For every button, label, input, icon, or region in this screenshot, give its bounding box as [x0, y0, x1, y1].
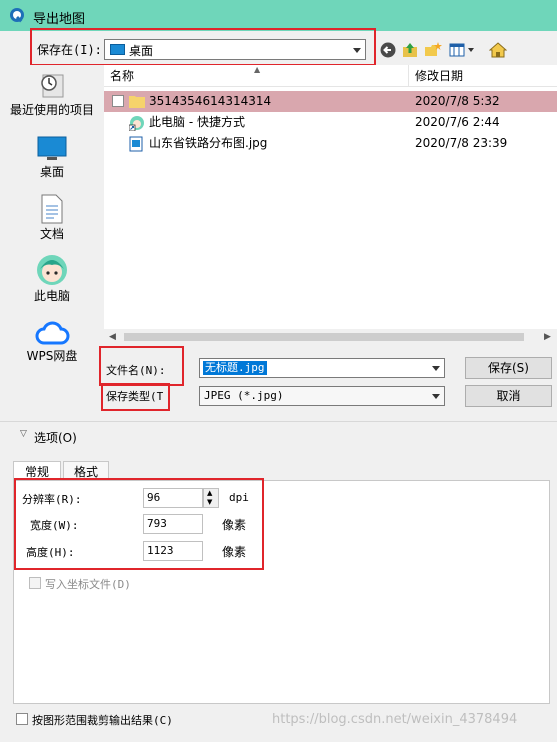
shortcut-icon: [128, 115, 145, 132]
file-list[interactable]: 名称 ▲ 修改日期 3514354614314314 2020/7/8 5:32…: [104, 65, 557, 345]
width-unit: 像素: [222, 518, 247, 532]
file-date: 2020/7/6 2:44: [415, 115, 500, 129]
wps-cloud-icon: [34, 319, 70, 347]
save-button[interactable]: 保存(S): [465, 357, 552, 379]
file-name: 山东省铁路分布图.jpg: [149, 136, 268, 150]
width-input[interactable]: 793: [143, 514, 203, 534]
column-header-modified[interactable]: 修改日期: [409, 65, 557, 87]
sidebar-item-label: 桌面: [39, 165, 64, 179]
file-name: 3514354614314314: [149, 94, 272, 108]
row-checkbox[interactable]: [112, 95, 124, 107]
chevron-down-icon[interactable]: [432, 366, 440, 371]
divider: [0, 421, 557, 422]
image-file-icon: [129, 136, 143, 152]
window-title: 导出地图: [33, 12, 86, 27]
filetype-value: JPEG (*.jpg): [204, 389, 284, 402]
back-icon[interactable]: [380, 42, 396, 58]
chevron-down-icon: [432, 394, 440, 399]
sidebar-item-this-pc[interactable]: 此电脑: [0, 253, 104, 304]
save-in-label: 保存在(I):: [37, 43, 102, 57]
filename-input[interactable]: 无标题.jpg: [199, 358, 445, 378]
resolution-unit: dpi: [229, 491, 249, 504]
file-date: 2020/7/8 23:39: [415, 136, 508, 150]
sidebar-item-documents[interactable]: 文档: [0, 193, 104, 242]
cancel-button[interactable]: 取消: [465, 385, 552, 407]
home-icon[interactable]: [488, 41, 508, 59]
clip-output-checkbox[interactable]: [16, 713, 28, 725]
horizontal-scrollbar[interactable]: ◀ ▶: [104, 329, 557, 345]
width-label: 宽度(W):: [30, 519, 79, 532]
sidebar-item-desktop[interactable]: 桌面: [0, 135, 104, 180]
write-coords-label: 写入坐标文件(D): [45, 578, 131, 591]
recent-items-icon: [37, 71, 67, 101]
chevron-down-icon: [353, 48, 361, 53]
sort-up-icon: ▲: [254, 65, 261, 74]
file-name: 此电脑 - 快捷方式: [149, 115, 245, 129]
save-in-value: 桌面: [129, 44, 154, 58]
view-menu-icon[interactable]: [449, 42, 479, 58]
sidebar-item-label: WPS网盘: [26, 349, 78, 363]
save-in-combo[interactable]: 桌面: [104, 39, 366, 60]
file-date: 2020/7/8 5:32: [415, 94, 500, 108]
filename-value: 无标题.jpg: [203, 361, 267, 375]
scroll-left-icon[interactable]: ◀: [109, 332, 116, 342]
collapse-icon[interactable]: ▽: [20, 429, 27, 439]
documents-icon: [37, 193, 67, 225]
desktop-icon: [110, 44, 125, 55]
resolution-stepper[interactable]: ▲ ▼: [203, 488, 219, 508]
sidebar-item-label: 文档: [39, 227, 64, 241]
height-input[interactable]: 1123: [143, 541, 203, 561]
table-row[interactable]: 此电脑 - 快捷方式 2020/7/6 2:44: [104, 112, 557, 133]
resolution-label: 分辨率(R):: [22, 493, 82, 506]
sidebar-item-label: 此电脑: [33, 289, 70, 303]
clip-output-label: 按图形范围裁剪输出结果(C): [32, 714, 173, 727]
table-row[interactable]: 3514354614314314 2020/7/8 5:32: [104, 91, 557, 112]
filename-label: 文件名(N):: [106, 364, 166, 377]
up-folder-icon[interactable]: [401, 41, 419, 59]
scroll-right-icon[interactable]: ▶: [544, 332, 551, 342]
resolution-input[interactable]: 96: [143, 488, 203, 508]
desktop-icon: [37, 135, 67, 163]
step-up-icon[interactable]: ▲: [207, 489, 212, 497]
write-coords-checkbox[interactable]: [29, 577, 41, 589]
options-toggle[interactable]: 选项(O): [34, 429, 77, 446]
height-unit: 像素: [222, 545, 247, 559]
new-folder-icon[interactable]: [424, 41, 442, 59]
filetype-label: 保存类型(T: [106, 390, 164, 403]
watermark: https://blog.csdn.net/weixin_4378494: [272, 712, 518, 727]
filetype-select[interactable]: JPEG (*.jpg): [199, 386, 445, 406]
table-row[interactable]: 山东省铁路分布图.jpg 2020/7/8 23:39: [104, 133, 557, 154]
height-label: 高度(H):: [26, 546, 75, 559]
scrollbar-thumb[interactable]: [124, 333, 524, 341]
app-icon: [9, 7, 25, 23]
step-down-icon[interactable]: ▼: [207, 498, 212, 506]
places-sidebar: 最近使用的项目 桌面 文档 此电脑 WPS网盘: [0, 65, 104, 400]
sidebar-item-wps-cloud[interactable]: WPS网盘: [0, 319, 104, 364]
sidebar-item-recent[interactable]: 最近使用的项目: [0, 71, 104, 118]
sidebar-item-label: 最近使用的项目: [9, 103, 94, 117]
this-pc-icon: [35, 253, 69, 287]
folder-icon: [129, 94, 145, 108]
